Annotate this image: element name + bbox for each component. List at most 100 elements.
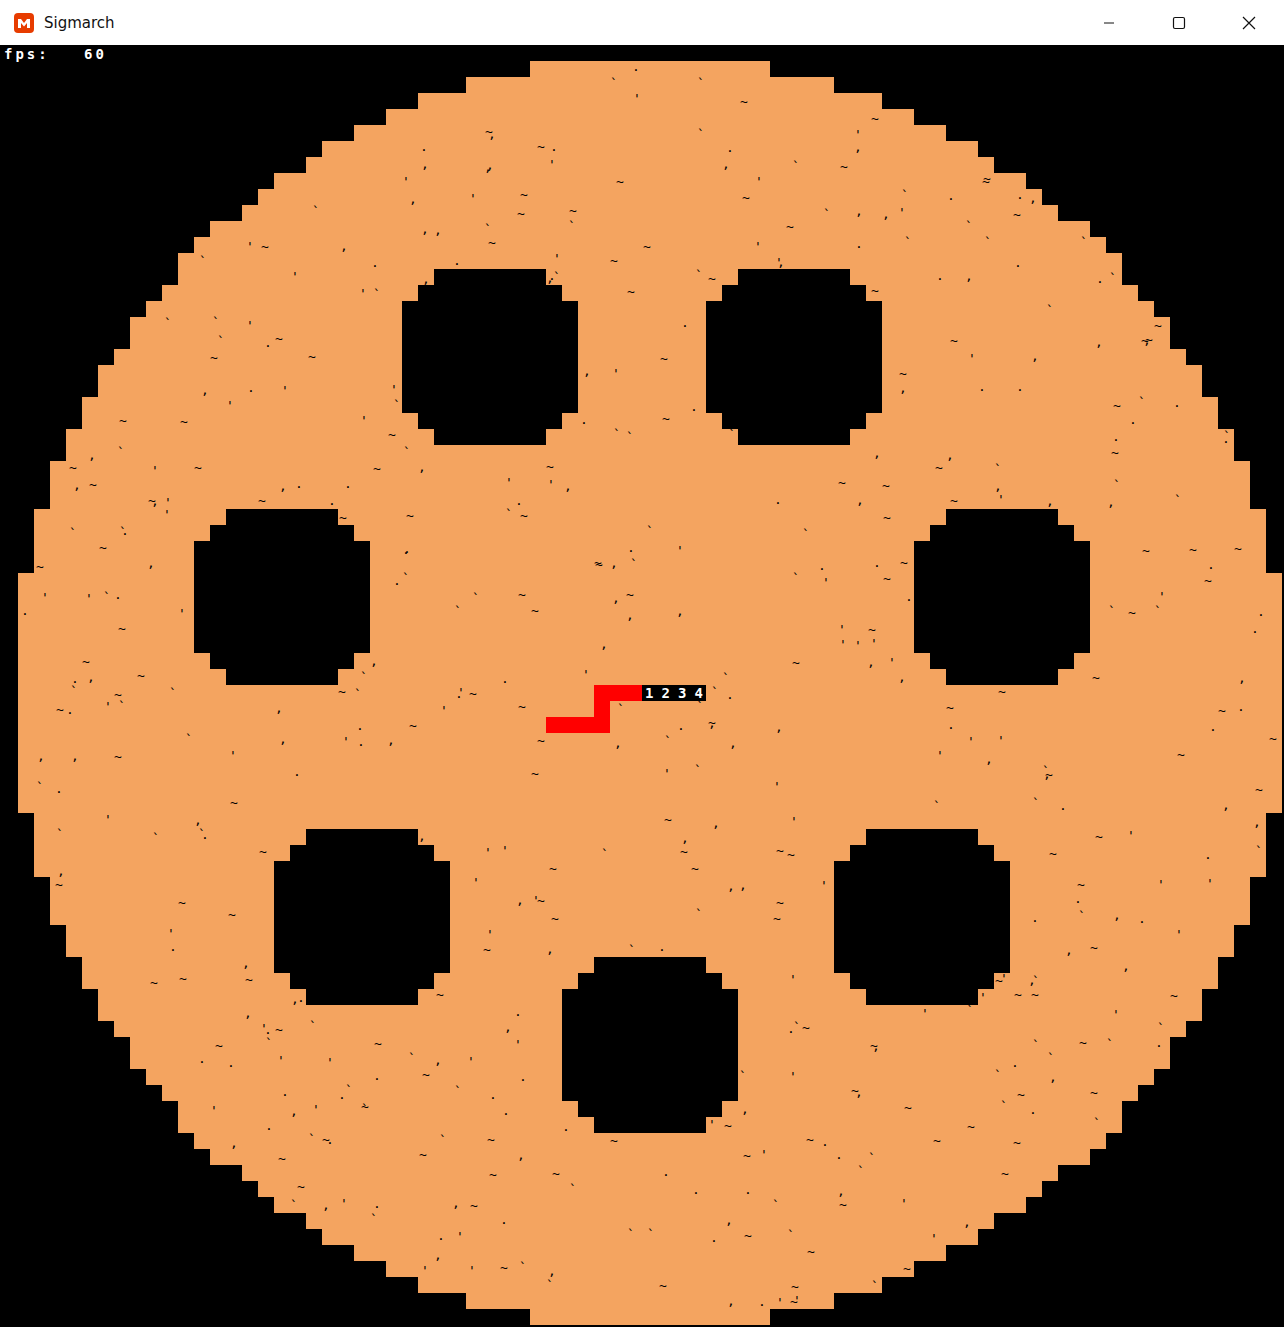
grass-glyph: , [486,157,494,172]
grass-glyph: , [504,1019,512,1034]
window-title: Sigmarch [44,14,115,32]
map-tile-row [114,1021,562,1037]
grass-glyph: ` [694,763,702,778]
grass-glyph: ~ [662,411,670,426]
grass-glyph: ~ [531,603,539,618]
map-tile-row [1010,925,1234,941]
grass-glyph: ~ [1128,605,1136,620]
grass-glyph: . [293,764,301,779]
grass-glyph: ' [820,878,828,893]
grass-glyph: ' [246,239,254,254]
grass-glyph: ` [695,268,703,283]
grass-glyph: ' [997,492,1005,507]
grass-glyph: ~ [1177,747,1185,762]
grass-glyph: ~ [871,111,879,126]
grass-glyph: , [583,363,591,378]
grass-glyph: , [994,478,1002,493]
map-tile-row [370,541,914,557]
grass-glyph: ' [822,575,830,590]
grass-glyph: ' [790,814,798,829]
grass-glyph: ' [467,1054,475,1069]
grass-glyph: ' [164,495,172,510]
grass-glyph: ~ [419,1147,427,1162]
grass-glyph: . [356,718,364,733]
grass-glyph: ' [708,1117,716,1132]
grass-glyph: ~ [933,1133,941,1148]
map-tile-row [66,925,274,941]
close-button[interactable] [1214,0,1284,45]
grass-glyph: ~ [1045,767,1053,782]
grass-glyph: ' [151,463,159,478]
grass-glyph: ~ [998,684,1006,699]
map-tile-row [1090,541,1266,557]
grass-glyph: . [726,687,734,702]
grass-glyph: ` [646,524,654,539]
grass-glyph: . [402,542,410,557]
map-tile-row [866,285,1138,301]
grass-glyph: ~ [792,655,800,670]
grass-glyph: ~ [520,187,528,202]
grass-glyph: ' [968,351,976,366]
map-tile-row [338,669,946,685]
grass-glyph: . [710,1230,718,1245]
grass-glyph: ` [519,1260,527,1275]
map-tile-row [18,781,1282,797]
grass-glyph: ' [291,269,299,284]
map-tile-row [34,813,1266,829]
grass-glyph: ~ [839,1197,847,1212]
map-tile-row [210,1149,1090,1165]
grass-glyph: , [727,1293,735,1308]
grass-glyph: ` [56,827,64,842]
grass-glyph: ~ [870,1038,878,1053]
grass-glyph: . [500,1212,508,1227]
map-tile-row [1058,509,1266,525]
grass-glyph: ~ [838,475,846,490]
grass-glyph: ' [789,1069,797,1084]
map-tile-row [882,301,1154,317]
map-tile-row [370,557,914,573]
grass-glyph: ` [309,1019,317,1034]
background [0,45,1284,1327]
grass-glyph: ` [722,671,730,686]
close-icon [1242,16,1256,30]
map-tile-row [82,397,402,413]
grass-glyph: ` [345,1083,353,1098]
map-tile-row [34,861,274,877]
grass-glyph: , [322,1197,330,1212]
grass-glyph: ~ [409,718,417,733]
maximize-button[interactable] [1144,0,1214,45]
grass-glyph: ~ [1218,703,1226,718]
grass-glyph: , [73,477,81,492]
grass-glyph: , [1113,907,1121,922]
grass-glyph: , [147,555,155,570]
grass-glyph: , [600,636,608,651]
grass-glyph: ' [360,413,368,428]
grass-glyph: ~ [488,235,496,250]
grass-glyph: ` [1032,1038,1040,1053]
grass-glyph: . [328,493,336,508]
map-tile-row [354,1245,946,1261]
grass-glyph: ~ [1079,1035,1087,1050]
grass-glyph: , [1238,670,1246,685]
minimize-button[interactable] [1074,0,1144,45]
grass-glyph: ` [185,732,193,747]
grass-glyph: ' [1127,828,1135,843]
map-tile-row [722,1101,1122,1117]
grass-glyph: ~ [946,700,954,715]
grass-glyph: ' [85,591,93,606]
map-tile-row [1090,589,1282,605]
grass-glyph: ` [697,76,705,91]
grass-glyph: . [1016,379,1024,394]
grass-glyph: ` [994,1068,1002,1083]
grass-glyph: , [421,156,429,171]
grass-glyph: . [1138,911,1146,926]
grass-glyph: ` [1154,604,1162,619]
grass-glyph: ~ [436,987,444,1002]
monogame-logo-icon [14,13,34,33]
map-tile-row [418,1277,882,1293]
grass-glyph: ' [468,1263,476,1278]
map-tile-row [242,205,1058,221]
grass-glyph: . [453,253,461,268]
grass-glyph: ~ [1017,1087,1025,1102]
game-canvas[interactable]: ,~`~.~``.,.~`.~,,.~,.,~.~'~,.`~,`.~,`.~~… [0,45,1284,1327]
